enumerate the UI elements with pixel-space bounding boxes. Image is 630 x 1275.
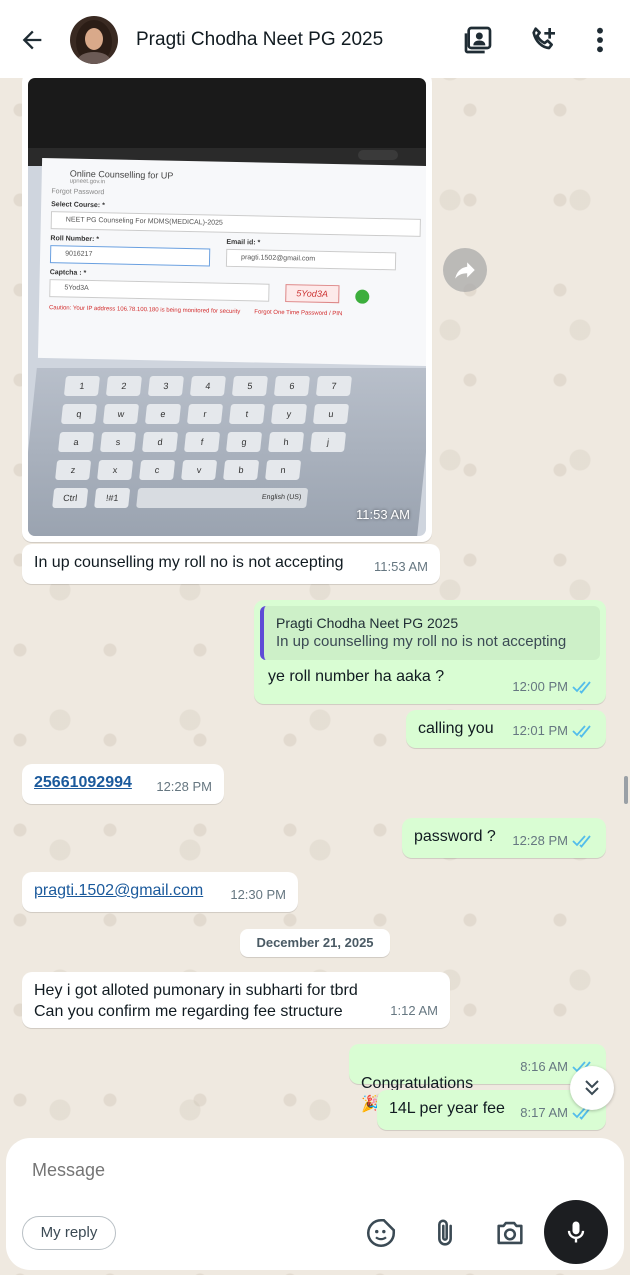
message-input[interactable] — [32, 1160, 392, 1181]
message-time: 12:28 PM — [156, 779, 212, 794]
back-arrow-icon[interactable] — [18, 26, 46, 54]
keyboard-key: r — [186, 404, 224, 424]
keyboard-key: s — [100, 432, 137, 452]
scrollbar-thumb[interactable] — [624, 776, 628, 804]
quote-text: In up counselling my roll no is not acce… — [276, 633, 567, 650]
quoted-reply[interactable]: Pragti Chodha Neet PG 2025 In up counsel… — [260, 606, 600, 660]
camera-icon[interactable] — [493, 1216, 527, 1250]
keyboard-key: v — [181, 460, 218, 480]
attach-icon[interactable] — [428, 1216, 462, 1250]
date-separator: December 21, 2025 — [240, 929, 390, 957]
read-ticks-icon — [572, 724, 591, 738]
message-time: 1:12 AM — [390, 1003, 438, 1018]
double-chevron-down-icon — [585, 1080, 599, 1096]
message-time: 11:53 AM — [374, 559, 428, 574]
chat-header: Pragti Chodha Neet PG 2025 — [0, 0, 630, 78]
keyboard-space: English (US) — [136, 488, 309, 508]
message-time: 8:17 AM — [520, 1105, 568, 1120]
keyboard-key: Ctrl — [52, 488, 89, 508]
message-meta: 12:00 PM — [512, 676, 594, 697]
forward-button[interactable] — [443, 248, 487, 292]
message-time: 8:16 AM — [520, 1059, 568, 1074]
keyboard-key: c — [139, 460, 176, 480]
keyboard-key: f — [184, 432, 221, 452]
voice-record-button[interactable] — [544, 1200, 608, 1264]
contact-card-icon[interactable] — [462, 24, 494, 56]
keyboard-key: e — [144, 404, 182, 424]
keyboard-key: g — [226, 432, 263, 452]
keyboard-key: 7 — [315, 376, 352, 396]
message-time: 12:01 PM — [512, 723, 568, 738]
more-vertical-icon[interactable] — [584, 24, 616, 56]
mic-icon — [567, 1221, 585, 1243]
keyboard-key: 2 — [105, 376, 142, 396]
read-ticks-icon — [572, 834, 591, 848]
message-time: 12:28 PM — [512, 833, 568, 848]
screen-roll-label: Roll Number: * — [50, 235, 100, 244]
sticker-icon[interactable] — [364, 1216, 398, 1250]
incoming-message[interactable]: pragti.1502@gmail.com 12:30 PM — [22, 872, 298, 912]
incoming-message[interactable]: 25661092994 12:28 PM — [22, 764, 224, 804]
forward-icon — [455, 262, 475, 279]
message-composer: My reply — [6, 1138, 624, 1270]
outgoing-message[interactable]: Congratulations 🎉 8:16 AM — [349, 1044, 606, 1113]
avatar[interactable] — [70, 16, 118, 64]
keyboard-key: 1 — [63, 376, 100, 396]
keyboard-key: b — [223, 460, 260, 480]
message-time: 12:30 PM — [230, 887, 286, 902]
photo-screen-content: Online Counselling for UP upneet.gov.in … — [37, 157, 426, 367]
keyboard-key: j — [310, 432, 347, 452]
screen-email-label: Email id: * — [226, 238, 261, 247]
keyboard-key: 3 — [147, 376, 184, 396]
keyboard-key: h — [268, 432, 305, 452]
message-meta: 12:01 PM — [512, 720, 594, 741]
message-meta: 12:28 PM — [512, 830, 594, 851]
screen-captcha-image: 5Yod3A — [285, 284, 340, 304]
refresh-captcha-icon — [354, 289, 369, 304]
scroll-to-bottom-button[interactable] — [570, 1066, 614, 1110]
message-text: In up counselling my roll no is not acce… — [34, 554, 344, 571]
keyboard-key: !#1 — [94, 488, 131, 508]
keyboard-key: 4 — [189, 376, 226, 396]
outgoing-message[interactable]: password ? 12:28 PM — [402, 818, 606, 858]
keyboard-key: d — [142, 432, 179, 452]
keyboard-key: u — [312, 404, 350, 424]
image-message[interactable]: Online Counselling for UP upneet.gov.in … — [22, 72, 432, 542]
outgoing-message[interactable]: calling you 12:01 PM — [406, 710, 606, 748]
keyboard-key: a — [58, 432, 95, 452]
keyboard-key: x — [97, 460, 134, 480]
add-call-icon[interactable] — [527, 24, 559, 56]
message-time: 12:00 PM — [512, 679, 568, 694]
contact-name[interactable]: Pragti Chodha Neet PG 2025 — [136, 29, 383, 51]
device-bezel — [358, 150, 398, 160]
screen-otp-link: Forgot One Time Password / PIN — [254, 309, 343, 318]
message-photo[interactable]: Online Counselling for UP upneet.gov.in … — [28, 78, 426, 536]
keyboard-key: 6 — [273, 376, 310, 396]
keyboard-key: q — [60, 404, 98, 424]
keyboard-key: y — [270, 404, 308, 424]
keyboard-key: 5 — [231, 376, 268, 396]
incoming-message[interactable]: In up counselling my roll no is not acce… — [22, 544, 440, 584]
keyboard-key: n — [265, 460, 302, 480]
message-text: Hey i got alloted pumonary in subharti f… — [34, 982, 358, 1020]
keyboard-key: w — [102, 404, 140, 424]
outgoing-message[interactable]: Pragti Chodha Neet PG 2025 In up counsel… — [254, 600, 606, 704]
keyboard-key: t — [228, 404, 266, 424]
screen-warning: Caution: Your IP address 106.78.100.180 … — [48, 305, 241, 316]
message-time: 11:53 AM — [356, 507, 410, 522]
quote-author: Pragti Chodha Neet PG 2025 — [276, 615, 459, 631]
incoming-message[interactable]: Hey i got alloted pumonary in subharti f… — [22, 972, 450, 1028]
keyboard-key: z — [55, 460, 92, 480]
read-ticks-icon — [572, 680, 591, 694]
my-reply-button[interactable]: My reply — [22, 1216, 116, 1250]
